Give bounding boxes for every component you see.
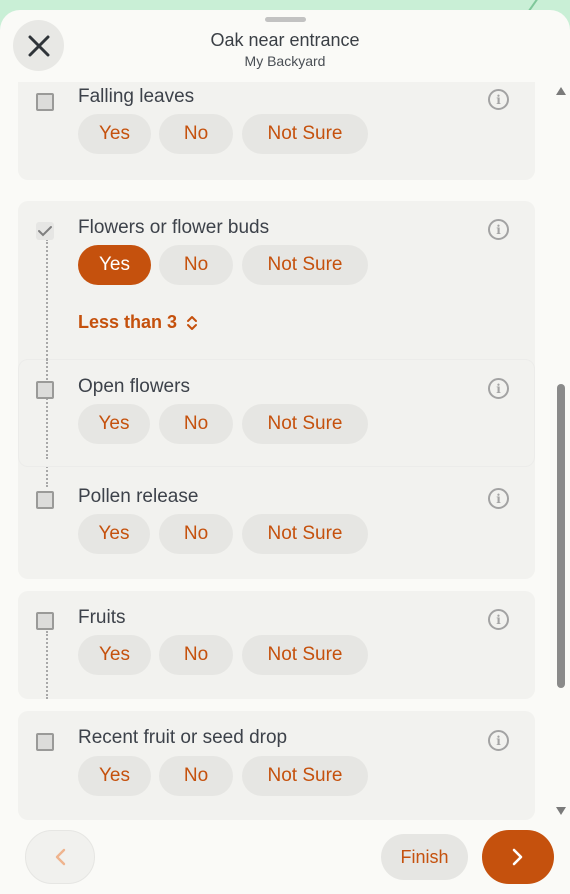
no-button[interactable]: No [159,404,233,444]
not-sure-button[interactable]: Not Sure [242,756,368,796]
question-pollen-release: Pollen release i Yes No Not Sure [18,470,535,560]
question-label: Recent fruit or seed drop [78,727,288,748]
no-button[interactable]: No [159,514,233,554]
not-sure-button[interactable]: Not Sure [242,404,368,444]
yes-button[interactable]: Yes [78,756,151,796]
question-label: Falling leaves [78,86,195,107]
no-button[interactable]: No [159,114,233,154]
phenology-sheet: Oak near entrance My Backyard Falling le… [0,10,570,894]
scrollbar-thumb[interactable] [557,384,565,688]
checkbox-pollen-release[interactable] [36,491,54,509]
scroll-down-arrow[interactable] [556,807,566,815]
finish-button[interactable]: Finish [381,834,468,880]
yes-button[interactable]: Yes [78,245,151,285]
yes-button[interactable]: Yes [78,404,150,444]
drag-handle[interactable] [265,17,306,22]
info-icon[interactable]: i [488,730,509,751]
next-button[interactable] [482,830,554,884]
question-label: Flowers or flower buds [78,217,270,238]
question-falling-leaves: Falling leaves i Yes No Not Sure [18,82,535,162]
chevron-right-icon [512,848,523,866]
question-fruits: Fruits i Yes No Not Sure [18,591,535,681]
info-icon[interactable]: i [488,488,509,509]
check-icon [38,226,52,237]
amount-dropdown[interactable]: Less than 3 [78,312,200,333]
page-subtitle: My Backyard [244,53,326,69]
no-button[interactable]: No [159,756,233,796]
card-fruits: Fruits i Yes No Not Sure [18,591,535,699]
question-label: Fruits [78,607,126,628]
checkbox-fruits[interactable] [36,612,54,630]
checkbox-open-flowers[interactable] [36,381,54,399]
info-icon[interactable]: i [488,89,509,110]
not-sure-button[interactable]: Not Sure [242,245,368,285]
yes-button[interactable]: Yes [78,514,150,554]
amount-value: Less than 3 [78,312,178,332]
checkbox-flowers[interactable] [36,222,54,240]
card-falling-leaves: Falling leaves i Yes No Not Sure [18,82,535,180]
page-title: Oak near entrance [210,30,360,50]
not-sure-button[interactable]: Not Sure [242,114,368,154]
card-fruit-drop: Recent fruit or seed drop i Yes No Not S… [18,711,535,820]
info-icon[interactable]: i [488,609,509,630]
question-flowers: Flowers or flower buds i Yes No Not Sure [18,201,535,291]
not-sure-button[interactable]: Not Sure [242,635,368,675]
chevron-left-icon [55,848,66,866]
card-open-flowers: Open flowers i Yes No Not Sure [18,359,535,467]
checkbox-fruit-drop[interactable] [36,733,54,751]
connector-line [46,359,48,459]
info-icon[interactable]: i [488,219,509,240]
no-button[interactable]: No [159,245,233,285]
yes-button[interactable]: Yes [78,635,151,675]
previous-button[interactable] [25,830,95,884]
scroll-up-arrow[interactable] [556,87,566,95]
question-list[interactable]: Falling leaves i Yes No Not Sure Flowers… [0,82,570,822]
question-label: Pollen release [78,486,199,507]
yes-button[interactable]: Yes [78,114,151,154]
not-sure-button[interactable]: Not Sure [242,514,368,554]
checkbox-falling-leaves[interactable] [36,93,54,111]
info-icon[interactable]: i [488,378,509,399]
chevron-up-down-icon [187,315,198,330]
question-fruit-drop: Recent fruit or seed drop i Yes No Not S… [18,711,535,801]
no-button[interactable]: No [159,635,233,675]
question-label: Open flowers [78,376,190,397]
question-open-flowers: Open flowers i Yes No Not Sure [18,359,535,459]
